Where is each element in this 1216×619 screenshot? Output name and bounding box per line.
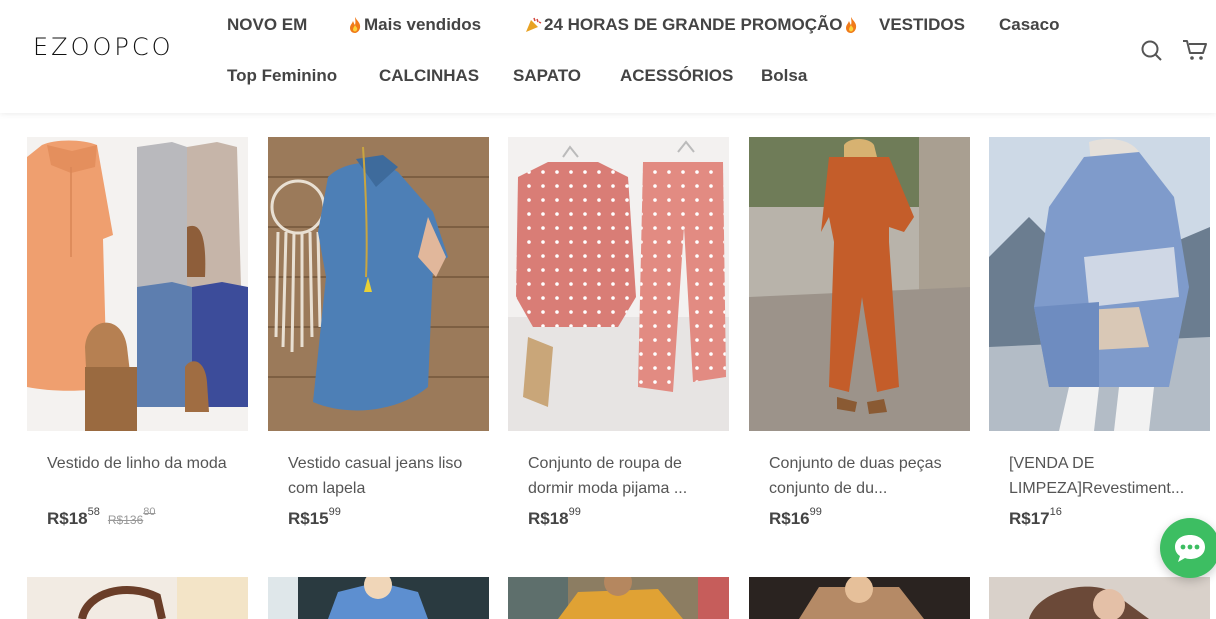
- nav-casaco[interactable]: Casaco: [999, 15, 1059, 35]
- nav-label: NOVO EM: [227, 15, 308, 34]
- product-card[interactable]: Vestido casual jeans liso com lapela R$1…: [268, 137, 489, 537]
- product-image[interactable]: [989, 137, 1210, 431]
- nav-bolsa[interactable]: Bolsa: [761, 66, 807, 86]
- product-title[interactable]: [VENDA DE LIMPEZA]Revestiment...: [1009, 451, 1189, 501]
- nav-label: Bolsa: [761, 66, 808, 85]
- product-title[interactable]: Vestido de linho da moda: [47, 451, 227, 476]
- product-image[interactable]: [27, 577, 248, 619]
- product-price: R$1716: [1009, 506, 1062, 528]
- product-image[interactable]: [508, 577, 729, 619]
- nav-calcinhas[interactable]: CALCINHAS: [379, 66, 479, 86]
- nav-label: SAPATO: [513, 66, 582, 85]
- product-card[interactable]: Vestido de linho da moda R$1858R$13680: [27, 137, 248, 537]
- fire-icon: [846, 17, 857, 33]
- nav-label: Casaco: [999, 15, 1060, 34]
- product-title[interactable]: Conjunto de duas peças conjunto de du...: [769, 451, 949, 501]
- product-card[interactable]: Conjunto de duas peças conjunto de du...…: [749, 137, 970, 537]
- product-image[interactable]: [989, 577, 1210, 619]
- nav-label: Top Feminino: [227, 66, 338, 85]
- nav-sapato[interactable]: SAPATO: [513, 66, 581, 86]
- nav-label: ACESSÓRIOS: [620, 66, 734, 85]
- product-image[interactable]: [749, 577, 970, 619]
- nav-top-feminino[interactable]: Top Feminino: [227, 66, 337, 86]
- product-price: R$1599: [288, 506, 341, 528]
- product-image[interactable]: [749, 137, 970, 431]
- nav-label: 24 HORAS DE GRANDE PROMOÇÃO: [544, 15, 843, 34]
- nav-label: VESTIDOS: [879, 15, 965, 34]
- product-price: R$1699: [769, 506, 822, 528]
- nav-label: Mais vendidos: [364, 15, 482, 34]
- product-card[interactable]: Conjunto de roupa de dormir moda pijama …: [508, 137, 729, 537]
- party-popper-icon: [526, 17, 542, 32]
- search-icon[interactable]: [1140, 39, 1164, 63]
- chat-bubble-icon: [1175, 535, 1205, 562]
- nav-label: CALCINHAS: [379, 66, 480, 85]
- original-price: R$13680: [107, 506, 156, 527]
- cart-icon[interactable]: [1182, 38, 1208, 62]
- product-image[interactable]: [268, 577, 489, 619]
- chat-button[interactable]: [1160, 518, 1216, 578]
- product-price: R$1899: [528, 506, 581, 528]
- product-image[interactable]: [268, 137, 489, 431]
- nav-24h-promo[interactable]: 24 HORAS DE GRANDE PROMOÇÃO: [524, 15, 858, 35]
- nav-acessorios[interactable]: ACESSÓRIOS: [620, 66, 733, 86]
- product-card[interactable]: [VENDA DE LIMPEZA]Revestiment... R$1716: [989, 137, 1210, 537]
- fire-icon: [350, 17, 361, 33]
- product-title[interactable]: Vestido casual jeans liso com lapela: [288, 451, 468, 501]
- site-header: EZOOPCO NOVO EM Mais vendidos 24 HORAS D…: [0, 0, 1216, 113]
- brand-logo[interactable]: EZOOPCO: [33, 33, 174, 61]
- product-price: R$1858R$13680: [47, 506, 156, 528]
- product-image[interactable]: [508, 137, 729, 431]
- nav-mais-vendidos[interactable]: Mais vendidos: [348, 15, 481, 35]
- product-image[interactable]: [27, 137, 248, 431]
- nav-novo-em[interactable]: NOVO EM: [227, 15, 307, 35]
- product-title[interactable]: Conjunto de roupa de dormir moda pijama …: [528, 451, 708, 501]
- nav-vestidos[interactable]: VESTIDOS: [879, 15, 965, 35]
